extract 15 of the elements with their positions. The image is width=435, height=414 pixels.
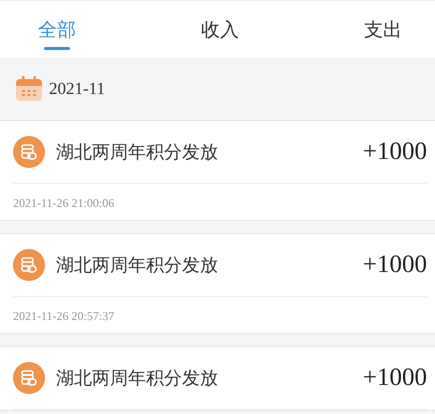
coins-icon bbox=[13, 249, 45, 281]
month-label: 2021-11 bbox=[49, 79, 106, 99]
calendar-icon bbox=[15, 76, 43, 102]
record-time: 2021-11-26 20:57:37 bbox=[12, 308, 116, 325]
tab[interactable]: 收入 bbox=[201, 1, 239, 58]
record-amount: +1000 bbox=[362, 364, 427, 392]
coins-icon bbox=[13, 362, 45, 394]
coins-icon bbox=[13, 136, 45, 168]
tab[interactable]: 支出 bbox=[364, 1, 402, 58]
record-time: 2021-11-26 21:00:06 bbox=[12, 195, 116, 212]
record-title: 湖北两周年积分发放 bbox=[56, 141, 219, 164]
record-amount: +1000 bbox=[362, 138, 427, 166]
record-title: 湖北两周年积分发放 bbox=[56, 367, 219, 390]
record-amount: +1000 bbox=[362, 251, 427, 279]
record-title: 湖北两周年积分发放 bbox=[56, 254, 219, 277]
